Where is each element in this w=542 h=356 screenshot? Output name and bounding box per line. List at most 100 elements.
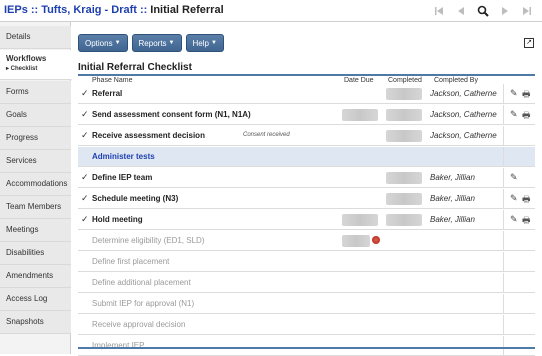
phase-name[interactable]: Define IEP team: [92, 173, 152, 182]
sidebar-item-forms[interactable]: Forms: [0, 81, 71, 104]
sidebar-item-accommodations[interactable]: Accommodations: [0, 173, 71, 196]
search-icon[interactable]: [472, 2, 494, 20]
completed-by: Baker, Jillian: [430, 173, 475, 182]
header-bar: IEPs:: Tufts, Kraig - Draft:: Initial Refe…: [0, 0, 542, 22]
table-row: Define additional placement: [78, 273, 535, 293]
completed-date: [386, 109, 422, 121]
caret-down-icon: ▼: [168, 40, 175, 46]
divider: [503, 294, 504, 314]
divider: [503, 336, 504, 356]
first-record-icon[interactable]: [428, 2, 450, 20]
sidebar-item-team-members[interactable]: Team Members: [0, 196, 71, 219]
sidebar-item-progress[interactable]: Progress: [0, 127, 71, 150]
phase-name[interactable]: Schedule meeting (N3): [92, 194, 178, 203]
checkmark-icon: ✓: [81, 130, 89, 140]
sidebar-item-label: Meetings: [6, 225, 39, 234]
table-group-row[interactable]: Administer tests: [78, 147, 535, 167]
group-phase-name[interactable]: Administer tests: [92, 152, 155, 161]
table-row: Implement IEP: [78, 336, 535, 356]
next-record-icon[interactable]: [494, 2, 516, 20]
completed-date: [386, 193, 422, 205]
table-row[interactable]: ✓ Send assessment consent form (N1, N1A)…: [78, 105, 535, 125]
sidebar-item-label: Workflows: [6, 54, 47, 63]
pencil-icon[interactable]: ✎: [510, 214, 518, 225]
options-menu-button[interactable]: Options ▼: [78, 34, 128, 52]
divider: [503, 126, 504, 146]
reports-label: Reports: [138, 38, 167, 48]
completed-date: [386, 214, 422, 226]
pencil-icon[interactable]: ✎: [510, 109, 518, 120]
sidebar-item-goals[interactable]: Goals: [0, 104, 71, 127]
divider: [503, 315, 504, 335]
phase-name[interactable]: Referral: [92, 89, 122, 98]
sidebar-subitem-checklist[interactable]: ▸ Checklist: [6, 65, 71, 72]
phase-name: Define first placement: [92, 257, 170, 266]
table-row: Submit IEP for approval (N1): [78, 294, 535, 314]
previous-record-icon[interactable]: [450, 2, 472, 20]
sidebar-item-label: Access Log: [6, 294, 48, 303]
completed-by: Baker, Jillian: [430, 194, 475, 203]
sidebar-item-services[interactable]: Services: [0, 150, 71, 173]
record-navigation: [428, 2, 538, 20]
table-row[interactable]: ✓ Referral Jackson, Catherne ✎ 🖶: [78, 84, 535, 104]
completed-by: Jackson, Catherne: [430, 89, 497, 98]
column-header-completed-by: Completed By: [434, 77, 478, 84]
table-bottom-border: [78, 347, 535, 349]
help-menu-button[interactable]: Help ▼: [185, 34, 224, 52]
expand-icon[interactable]: ↗: [524, 38, 534, 48]
sidebar-item-label: Forms: [6, 87, 29, 96]
divider: [503, 105, 504, 125]
sidebar-item-amendments[interactable]: Amendments: [0, 265, 71, 288]
sidebar-item-disabilities[interactable]: Disabilities: [0, 242, 71, 265]
phase-name: Determine eligibility (ED1, SLD): [92, 236, 205, 245]
pencil-icon[interactable]: ✎: [510, 88, 518, 99]
printer-icon[interactable]: 🖶: [522, 108, 531, 124]
table-row: Receive approval decision: [78, 315, 535, 335]
divider: [503, 168, 504, 188]
divider: [503, 210, 504, 230]
sidebar-item-label: Details: [6, 32, 31, 41]
caret-down-icon: ▼: [210, 40, 217, 46]
due-date: [342, 235, 370, 247]
sidebar-item-snapshots[interactable]: Snapshots: [0, 311, 71, 334]
phase-name[interactable]: Send assessment consent form (N1, N1A): [92, 110, 251, 119]
divider: [503, 231, 504, 251]
table-row[interactable]: ✓ Receive assessment decision Consent re…: [78, 126, 535, 146]
sidebar-item-meetings[interactable]: Meetings: [0, 219, 71, 242]
phase-name[interactable]: Hold meeting: [92, 215, 143, 224]
checkmark-icon: ✓: [81, 214, 89, 224]
completed-date: [386, 172, 422, 184]
options-label: Options: [85, 38, 113, 48]
breadcrumb-student-link[interactable]: Tufts, Kraig - Draft: [41, 4, 137, 16]
checkmark-icon: ✓: [81, 109, 89, 119]
pencil-icon[interactable]: ✎: [510, 193, 518, 204]
last-record-icon[interactable]: [516, 2, 538, 20]
sidebar: Details Workflows ▸ Checklist Forms Goal…: [0, 22, 72, 354]
table-row[interactable]: ✓ Define IEP team Baker, Jillian ✎: [78, 168, 535, 188]
completed-date: [386, 88, 422, 100]
divider: [503, 252, 504, 272]
sidebar-item-details[interactable]: Details: [0, 26, 71, 49]
sidebar-item-label: Goals: [6, 110, 27, 119]
printer-icon[interactable]: 🖶: [522, 87, 531, 103]
sidebar-item-workflows[interactable]: Workflows ▸ Checklist: [0, 50, 72, 80]
breadcrumb-separator: ::: [30, 4, 39, 16]
table-row[interactable]: ✓ Schedule meeting (N3) Baker, Jillian ✎…: [78, 189, 535, 209]
printer-icon[interactable]: 🖶: [522, 192, 531, 208]
breadcrumb-separator: ::: [139, 4, 148, 16]
divider: [503, 147, 504, 167]
table-header: Phase Name Date Due Completed Completed …: [78, 74, 535, 84]
overdue-alert-icon: [372, 236, 380, 244]
pencil-icon[interactable]: ✎: [510, 172, 518, 183]
completed-date: [386, 130, 422, 142]
column-header-phase: Phase Name: [92, 77, 133, 84]
table-row[interactable]: ✓ Hold meeting Baker, Jillian ✎ 🖶: [78, 210, 535, 230]
caret-down-icon: ▼: [114, 40, 121, 46]
completed-by: Jackson, Catherne: [430, 110, 497, 119]
divider: [503, 273, 504, 293]
printer-icon[interactable]: 🖶: [522, 213, 531, 229]
reports-menu-button[interactable]: Reports ▼: [131, 34, 182, 52]
sidebar-item-access-log[interactable]: Access Log: [0, 288, 71, 311]
breadcrumb-ieps-link[interactable]: IEPs: [4, 4, 28, 16]
phase-name[interactable]: Receive assessment decision: [92, 131, 205, 140]
